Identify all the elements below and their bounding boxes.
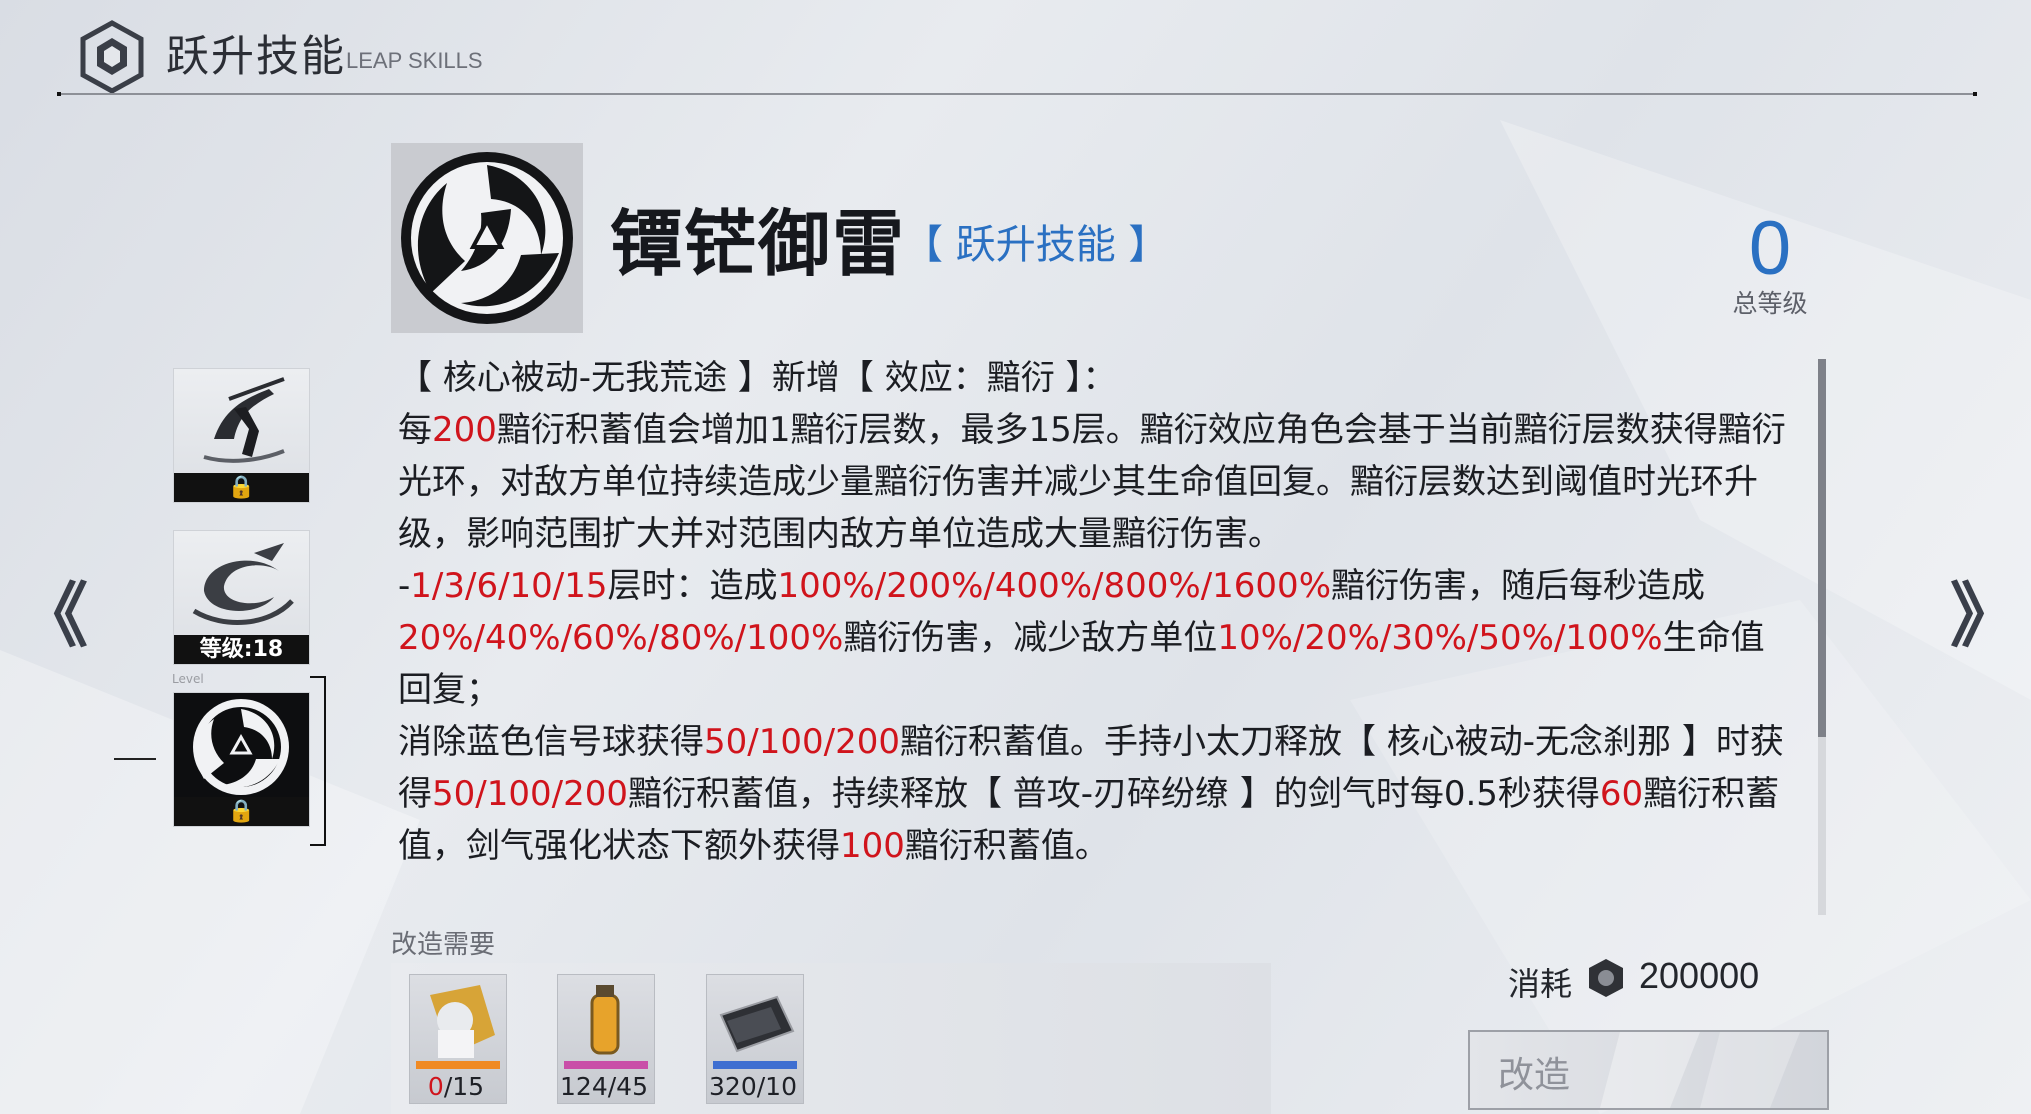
- leap-skills-logo-icon: [80, 20, 144, 94]
- highlight-value: 10%/20%/30%/50%/100%: [1217, 618, 1663, 658]
- total-level-label: 总等级: [1732, 289, 1808, 318]
- description-scrollbar[interactable]: [1818, 359, 1826, 915]
- description-text: 消除蓝色信号球获得: [398, 722, 704, 762]
- highlight-value: 100: [840, 826, 905, 866]
- swirl-icon: [192, 543, 294, 625]
- page-subtitle: LEAP SKILLS: [346, 48, 483, 73]
- hex-nut-icon: [1589, 959, 1623, 997]
- page-title: 跃升技能: [166, 32, 346, 82]
- character-shard-icon: [416, 985, 500, 1069]
- highlight-value: 20%/40%/60%/80%/100%: [398, 618, 844, 658]
- modify-button-label: 改造: [1498, 1055, 1571, 1096]
- highlight-value: 60: [1599, 774, 1644, 814]
- prev-arrow-button[interactable]: 《: [18, 560, 88, 661]
- material-3-have: 320: [709, 1072, 757, 1101]
- lock-icon: 🔒: [227, 475, 256, 500]
- highlight-value: 200: [432, 410, 497, 450]
- highlight-value: 1/3/6/10/15: [410, 566, 608, 606]
- description-paragraph: 消除蓝色信号球获得50/100/200黯衍积蓄值。手持小太刀释放【 核心被动-无…: [398, 716, 1798, 872]
- description-text: 黯衍伤害，随后每秒造成: [1331, 566, 1705, 606]
- total-level-value: 0: [1748, 206, 1792, 291]
- description-text: -: [398, 566, 411, 606]
- skill-slot-3-lock: 🔒: [174, 797, 309, 826]
- material-2-have: 124: [560, 1072, 608, 1101]
- selection-indicator: [114, 758, 156, 760]
- sp-chip-icon: [713, 995, 797, 1069]
- material-2-need: /45: [607, 1072, 648, 1101]
- skill-slot-1[interactable]: 🔒: [173, 368, 310, 503]
- skill-description: 【 核心被动-无我荒途 】新增【 效应：黯衍 】： 每200黯衍积蓄值会增加1黯衍…: [398, 352, 1798, 872]
- next-arrow-button[interactable]: 》: [1950, 560, 2020, 661]
- material-3-count: 320/10: [693, 1072, 813, 1101]
- skill-slot-1-lock: 🔒: [174, 473, 309, 502]
- skill-slot-2-level: 等级:18: [174, 635, 309, 664]
- header-divider: [57, 93, 1977, 95]
- highlight-value: 100%/200%/400%/800%/1600%: [777, 566, 1331, 606]
- cost-label: 消耗: [1508, 965, 1573, 1003]
- requirements-label: 改造需要: [391, 930, 496, 960]
- description-paragraph: 【 核心被动-无我荒途 】新增【 效应：黯衍 】：: [398, 352, 1798, 404]
- material-2-count: 124/45: [544, 1072, 664, 1101]
- skill-slot-3-selected[interactable]: 🔒: [173, 692, 310, 827]
- requirements-panel: [391, 963, 1271, 1114]
- description-text: 层时：造成: [607, 566, 778, 606]
- skill-slot-2[interactable]: 等级:18: [173, 530, 310, 665]
- lock-icon: 🔒: [227, 799, 256, 824]
- slash-figure-icon: [203, 377, 285, 463]
- description-paragraph: 每200黯衍积蓄值会增加1黯衍层数，最多15层。黯衍效应角色会基于当前黯衍层数获…: [398, 404, 1798, 560]
- description-text: 黯衍伤害，减少敌方单位: [843, 618, 1218, 658]
- highlight-value: 50/100/200: [432, 774, 628, 814]
- material-1-count: 0/15: [396, 1072, 516, 1101]
- vortex-emblem-icon: [401, 152, 573, 324]
- supply-vial-icon: [564, 985, 648, 1069]
- description-text: 黯衍积蓄值会增加1黯衍层数，最多15层。黯衍效应角色会基于当前黯衍层数获得黯衍光…: [398, 410, 1786, 554]
- divider-dot-right: [1973, 92, 1977, 96]
- description-paragraph: -1/3/6/10/15层时：造成100%/200%/400%/800%/160…: [398, 560, 1798, 716]
- highlight-value: 50/100/200: [704, 722, 900, 762]
- cost-value: 200000: [1639, 955, 1760, 996]
- selection-bracket: [310, 676, 326, 846]
- material-3-need: /10: [756, 1072, 797, 1101]
- description-text: 黯衍积蓄值，持续释放【 普攻-刃碎纷缭 】的剑气时每0.5秒获得: [627, 774, 1600, 814]
- scrollbar-thumb[interactable]: [1818, 359, 1826, 737]
- material-1-need: /15: [443, 1072, 485, 1101]
- description-text: 每: [398, 410, 432, 450]
- modify-button[interactable]: 改造: [1468, 1030, 1829, 1110]
- description-text: 黯衍积蓄值。: [904, 826, 1109, 866]
- level-caption: Level: [172, 672, 204, 686]
- divider-dot-left: [57, 92, 61, 96]
- skill-name: 镡铓御雷: [610, 202, 907, 286]
- material-1-have: 0: [427, 1072, 444, 1101]
- skill-type-tag: 【 跃升技能 】: [903, 222, 1169, 268]
- vortex-emblem-icon: [193, 699, 289, 795]
- skill-icon-frame: [391, 143, 583, 333]
- description-text: 【 核心被动-无我荒途 】新增【 效应：黯衍 】：: [398, 358, 1117, 398]
